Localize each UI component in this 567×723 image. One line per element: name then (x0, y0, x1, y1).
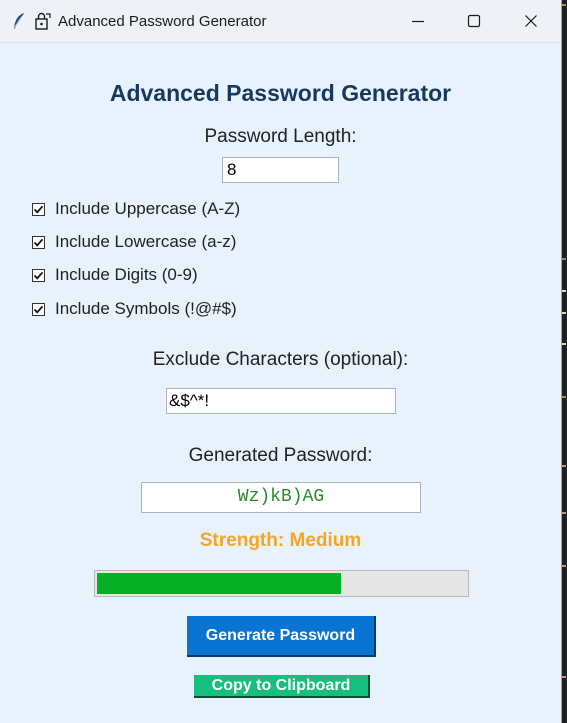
symbols-label: Include Symbols (!@#$) (55, 299, 237, 318)
option-symbols[interactable]: Include Symbols (!@#$) (32, 298, 237, 320)
window-title: Advanced Password Generator (58, 13, 267, 30)
strength-progress-fill (97, 573, 341, 594)
minimize-icon (412, 20, 424, 23)
maximize-icon (467, 14, 481, 28)
generated-password-field[interactable]: Wz)kB)AG (141, 482, 421, 513)
title-bar[interactable]: Advanced Password Generator (0, 0, 561, 43)
check-icon (33, 205, 44, 214)
page-title: Advanced Password Generator (109, 80, 452, 106)
strength-progress-bar (94, 570, 469, 597)
check-icon (33, 271, 44, 280)
uppercase-checkbox[interactable] (32, 202, 45, 216)
check-icon (33, 305, 44, 314)
maximize-button[interactable] (446, 0, 502, 42)
exclude-characters-label: Exclude Characters (optional): (152, 349, 409, 370)
uppercase-label: Include Uppercase (A-Z) (55, 199, 241, 218)
option-uppercase[interactable]: Include Uppercase (A-Z) (32, 198, 240, 220)
minimize-button[interactable] (390, 0, 446, 42)
app-lock-icon (34, 12, 52, 30)
lowercase-label: Include Lowercase (a-z) (55, 232, 237, 251)
password-length-input[interactable] (222, 157, 339, 183)
app-content: Advanced Password Generator Password Len… (0, 43, 561, 723)
close-button[interactable] (503, 0, 559, 42)
exclude-characters-input[interactable] (166, 388, 396, 414)
digits-checkbox[interactable] (32, 268, 45, 282)
symbols-checkbox[interactable] (32, 302, 45, 316)
password-length-label: Password Length: (204, 126, 357, 147)
lowercase-checkbox[interactable] (32, 235, 45, 249)
generated-password-label: Generated Password: (188, 445, 373, 466)
copy-to-clipboard-button[interactable]: Copy to Clipboard (194, 675, 370, 698)
digits-label: Include Digits (0-9) (55, 265, 198, 284)
generate-password-button[interactable]: Generate Password (187, 616, 376, 657)
app-window: Advanced Password Generator Advanced Pas… (0, 0, 562, 723)
option-lowercase[interactable]: Include Lowercase (a-z) (32, 231, 236, 253)
check-icon (33, 238, 44, 247)
close-icon (525, 15, 537, 27)
option-digits[interactable]: Include Digits (0-9) (32, 264, 198, 286)
strength-label: Strength: Medium (199, 530, 362, 551)
feather-icon[interactable] (12, 12, 26, 30)
